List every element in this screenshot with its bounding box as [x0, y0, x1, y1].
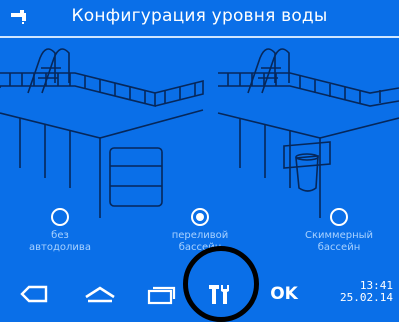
- option-label: переливой бассейн: [171, 230, 229, 253]
- option-skimmer-pool[interactable]: Скиммерный бассейн: [279, 208, 399, 254]
- radio-no-refill[interactable]: [51, 208, 69, 226]
- option-label: без автодолива: [29, 230, 91, 253]
- clock-date: 25.02.14: [340, 291, 393, 304]
- home-button[interactable]: [78, 266, 122, 322]
- tools-button[interactable]: [198, 266, 242, 322]
- option-overflow-pool[interactable]: переливой бассейн: [140, 208, 260, 254]
- pool-illustration: [0, 48, 399, 218]
- ok-label: OK: [270, 284, 298, 304]
- bottom-toolbar: OK 13:41 25.02.14: [0, 266, 399, 322]
- ok-button[interactable]: OK: [262, 266, 306, 322]
- title-bar: Конфигурация уровня воды: [0, 0, 399, 38]
- windows-button[interactable]: [140, 266, 184, 322]
- radio-overflow-pool[interactable]: [191, 208, 209, 226]
- radio-skimmer-pool[interactable]: [330, 208, 348, 226]
- option-label: Скиммерный бассейн: [304, 230, 374, 253]
- page-title: Конфигурация уровня воды: [71, 6, 328, 26]
- back-delete-icon: [20, 285, 48, 303]
- option-no-refill[interactable]: без автодолива: [0, 208, 120, 254]
- windows-stack-icon: [147, 286, 176, 305]
- tools-icon: [209, 285, 229, 304]
- pool-config-screen: Конфигурация уровня воды без автодолива …: [0, 0, 399, 322]
- clock: 13:41 25.02.14: [340, 280, 393, 304]
- home-roof-icon: [85, 286, 115, 303]
- back-button[interactable]: [12, 266, 56, 322]
